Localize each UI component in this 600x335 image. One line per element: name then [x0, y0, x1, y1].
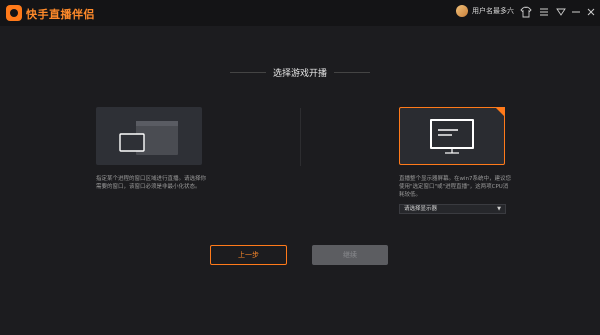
dropdown-icon-svg [556, 8, 566, 16]
back-button[interactable]: 上一步 [210, 245, 287, 265]
dropdown-icon[interactable] [555, 6, 567, 18]
title-bar: 快手直播伴侣 用户名最多六 [0, 0, 600, 26]
app-logo-icon [6, 5, 22, 21]
shirt-icon-svg [520, 6, 532, 18]
shirt-icon[interactable] [520, 6, 532, 18]
screen-capture-description: 直播整个显示器屏幕。在win7系统中，建议您使用"选定窗口"或"进程直播"，这两… [399, 176, 512, 198]
page-title: 选择游戏开播 [272, 69, 327, 79]
avatar[interactable] [456, 5, 468, 17]
minimize-icon-svg [572, 11, 580, 13]
minimize-icon[interactable] [570, 6, 582, 18]
option-separator [300, 108, 301, 166]
window-capture-icon [119, 121, 178, 155]
chevron-down-icon: ▼ [497, 206, 501, 212]
app-title: 快手直播伴侣 [26, 8, 95, 21]
continue-button[interactable]: 继续 [312, 245, 388, 265]
heading-divider-right [334, 72, 370, 73]
username[interactable]: 用户名最多六 [472, 6, 514, 16]
menu-icon[interactable] [538, 6, 550, 18]
window-capture-description: 指定某个进程的窗口区域进行直播。请选择你需要的窗口，该窗口必须是非最小化状态。 [96, 176, 207, 190]
monitor-select[interactable]: 请选择显示器 ▼ [399, 204, 506, 214]
window-capture-option[interactable] [96, 107, 202, 165]
screen-capture-option[interactable] [399, 107, 505, 165]
selected-corner-badge [495, 107, 505, 117]
user-profile[interactable]: 用户名最多六 [456, 5, 514, 17]
menu-icon-svg [540, 8, 548, 16]
close-icon-svg [587, 8, 595, 16]
close-icon[interactable] [585, 6, 597, 18]
monitor-icon [430, 119, 474, 154]
monitor-select-label: 请选择显示器 [404, 206, 438, 212]
